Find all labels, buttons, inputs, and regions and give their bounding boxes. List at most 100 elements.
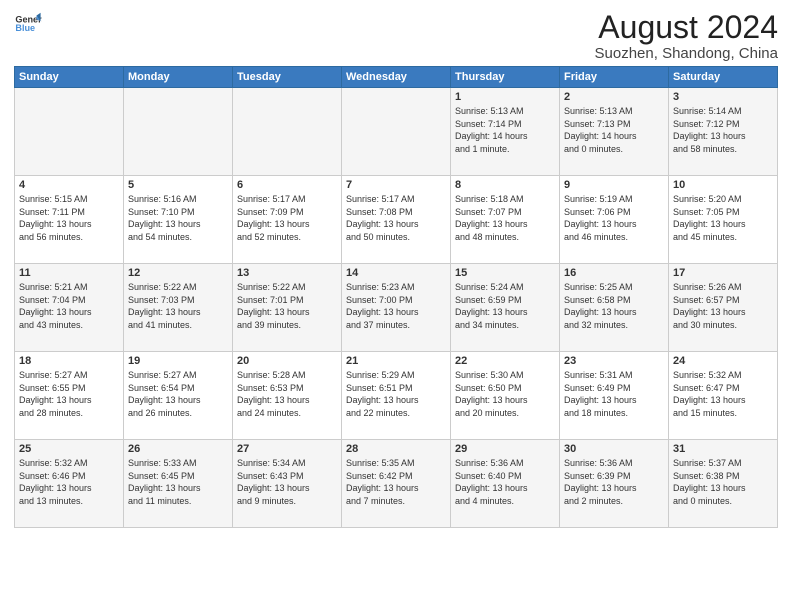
cell-content: Sunrise: 5:18 AMSunset: 7:07 PMDaylight:… xyxy=(455,193,555,243)
cell-line: Daylight: 13 hours xyxy=(128,395,201,405)
calendar-cell: 6Sunrise: 5:17 AMSunset: 7:09 PMDaylight… xyxy=(233,176,342,264)
cell-line: Daylight: 13 hours xyxy=(564,395,637,405)
calendar-cell xyxy=(124,88,233,176)
cell-line: Sunset: 6:55 PM xyxy=(19,383,86,393)
cell-line: Sunrise: 5:20 AM xyxy=(673,194,742,204)
day-number: 12 xyxy=(128,267,228,279)
cell-line: Sunrise: 5:28 AM xyxy=(237,370,306,380)
calendar-week-1: 1Sunrise: 5:13 AMSunset: 7:14 PMDaylight… xyxy=(15,88,778,176)
cell-line: and 1 minute. xyxy=(455,144,510,154)
calendar-cell: 4Sunrise: 5:15 AMSunset: 7:11 PMDaylight… xyxy=(15,176,124,264)
cell-content: Sunrise: 5:36 AMSunset: 6:39 PMDaylight:… xyxy=(564,457,664,507)
cell-line: Daylight: 13 hours xyxy=(564,219,637,229)
logo: General Blue xyxy=(14,10,42,38)
cell-line: and 58 minutes. xyxy=(673,144,737,154)
cell-content: Sunrise: 5:15 AMSunset: 7:11 PMDaylight:… xyxy=(19,193,119,243)
cell-content: Sunrise: 5:13 AMSunset: 7:13 PMDaylight:… xyxy=(564,105,664,155)
cell-content: Sunrise: 5:23 AMSunset: 7:00 PMDaylight:… xyxy=(346,281,446,331)
cell-line: Sunrise: 5:32 AM xyxy=(673,370,742,380)
day-number: 19 xyxy=(128,355,228,367)
cell-line: Sunset: 7:09 PM xyxy=(237,207,304,217)
calendar-cell: 16Sunrise: 5:25 AMSunset: 6:58 PMDayligh… xyxy=(560,264,669,352)
cell-line: Daylight: 13 hours xyxy=(455,395,528,405)
cell-line: Sunrise: 5:17 AM xyxy=(237,194,306,204)
day-number: 26 xyxy=(128,443,228,455)
cell-line: and 0 minutes. xyxy=(564,144,623,154)
cell-content: Sunrise: 5:28 AMSunset: 6:53 PMDaylight:… xyxy=(237,369,337,419)
cell-line: Sunset: 7:03 PM xyxy=(128,295,195,305)
cell-line: Daylight: 13 hours xyxy=(128,307,201,317)
cell-content: Sunrise: 5:35 AMSunset: 6:42 PMDaylight:… xyxy=(346,457,446,507)
calendar-cell: 22Sunrise: 5:30 AMSunset: 6:50 PMDayligh… xyxy=(451,352,560,440)
cell-line: and 20 minutes. xyxy=(455,408,519,418)
calendar-cell: 1Sunrise: 5:13 AMSunset: 7:14 PMDaylight… xyxy=(451,88,560,176)
day-number: 6 xyxy=(237,179,337,191)
cell-line: Daylight: 14 hours xyxy=(564,131,637,141)
calendar-cell: 26 Sunrise: 5:33 AMSunset: 6:45 PMDayligh… xyxy=(124,440,233,528)
cell-content: Sunrise: 5:20 AMSunset: 7:05 PMDaylight:… xyxy=(673,193,773,243)
cell-line: Sunset: 6:43 PM xyxy=(237,471,304,481)
cell-line: Sunrise: 5:22 AM xyxy=(128,282,197,292)
calendar-body: 1Sunrise: 5:13 AMSunset: 7:14 PMDaylight… xyxy=(15,88,778,528)
day-number: 18 xyxy=(19,355,119,367)
cell-line: and 45 minutes. xyxy=(673,232,737,242)
calendar-table: Sunday Monday Tuesday Wednesday Thursday… xyxy=(14,66,778,528)
day-number: 27 xyxy=(237,443,337,455)
calendar-cell: 5Sunrise: 5:16 AMSunset: 7:10 PMDaylight… xyxy=(124,176,233,264)
day-number: 3 xyxy=(673,91,773,103)
cell-line: Daylight: 13 hours xyxy=(455,483,528,493)
calendar-cell: 25Sunrise: 5:32 AMSunset: 6:46 PMDayligh… xyxy=(15,440,124,528)
cell-content: Sunrise: 5:33 AMSunset: 6:45 PMDaylight:… xyxy=(128,457,228,507)
cell-line: Sunset: 7:06 PM xyxy=(564,207,631,217)
svg-text:Blue: Blue xyxy=(15,23,35,33)
day-number: 2 xyxy=(564,91,664,103)
cell-line: Daylight: 13 hours xyxy=(237,483,310,493)
cell-line: and 28 minutes. xyxy=(19,408,83,418)
cell-line: Daylight: 13 hours xyxy=(455,219,528,229)
cell-line: Sunset: 7:05 PM xyxy=(673,207,740,217)
cell-content: Sunrise: 5:31 AMSunset: 6:49 PMDaylight:… xyxy=(564,369,664,419)
cell-line: Sunset: 7:04 PM xyxy=(19,295,86,305)
cell-line: Sunset: 7:14 PM xyxy=(455,119,522,129)
cell-line: and 7 minutes. xyxy=(346,496,405,506)
cell-line: Sunrise: 5:21 AM xyxy=(19,282,88,292)
title-block: August 2024 Suozhen, Shandong, China xyxy=(595,10,778,62)
cell-line: Sunrise: 5:24 AM xyxy=(455,282,524,292)
day-number: 24 xyxy=(673,355,773,367)
col-thursday: Thursday xyxy=(451,67,560,88)
cell-line: Sunset: 7:11 PM xyxy=(19,207,85,217)
cell-line: Sunrise: 5:25 AM xyxy=(564,282,633,292)
cell-line: Sunrise: 5:29 AM xyxy=(346,370,415,380)
cell-line: and 48 minutes. xyxy=(455,232,519,242)
day-number: 10 xyxy=(673,179,773,191)
subtitle: Suozhen, Shandong, China xyxy=(595,45,778,62)
cell-line: Daylight: 13 hours xyxy=(455,307,528,317)
day-number: 28 xyxy=(346,443,446,455)
cell-line: Daylight: 13 hours xyxy=(564,483,637,493)
cell-line: Sunrise: 5:18 AM xyxy=(455,194,524,204)
calendar-cell: 20Sunrise: 5:28 AMSunset: 6:53 PMDayligh… xyxy=(233,352,342,440)
cell-content: Sunrise: 5:17 AMSunset: 7:08 PMDaylight:… xyxy=(346,193,446,243)
cell-line: Sunset: 7:08 PM xyxy=(346,207,413,217)
cell-line: Sunset: 7:01 PM xyxy=(237,295,304,305)
cell-line: and 41 minutes. xyxy=(128,320,192,330)
cell-line: Sunset: 6:38 PM xyxy=(673,471,740,481)
cell-content: Sunrise: 5:27 AMSunset: 6:55 PMDaylight:… xyxy=(19,369,119,419)
calendar-cell: 19Sunrise: 5:27 AMSunset: 6:54 PMDayligh… xyxy=(124,352,233,440)
day-number: 5 xyxy=(128,179,228,191)
cell-line: and 52 minutes. xyxy=(237,232,301,242)
cell-line: Sunrise: 5:31 AM xyxy=(564,370,633,380)
cell-line: Sunrise: 5:22 AM xyxy=(237,282,306,292)
day-number: 11 xyxy=(19,267,119,279)
calendar-cell: 30Sunrise: 5:36 AMSunset: 6:39 PMDayligh… xyxy=(560,440,669,528)
cell-line: and 50 minutes. xyxy=(346,232,410,242)
cell-line: Daylight: 13 hours xyxy=(19,219,92,229)
calendar-cell: 21Sunrise: 5:29 AMSunset: 6:51 PMDayligh… xyxy=(342,352,451,440)
calendar-cell: 7Sunrise: 5:17 AMSunset: 7:08 PMDaylight… xyxy=(342,176,451,264)
cell-line: Sunrise: 5:26 AM xyxy=(673,282,742,292)
calendar-cell: 24Sunrise: 5:32 AMSunset: 6:47 PMDayligh… xyxy=(669,352,778,440)
cell-line: and 9 minutes. xyxy=(237,496,296,506)
calendar-cell: 14Sunrise: 5:23 AMSunset: 7:00 PMDayligh… xyxy=(342,264,451,352)
cell-line: Sunset: 6:39 PM xyxy=(564,471,631,481)
cell-line: Daylight: 13 hours xyxy=(237,395,310,405)
